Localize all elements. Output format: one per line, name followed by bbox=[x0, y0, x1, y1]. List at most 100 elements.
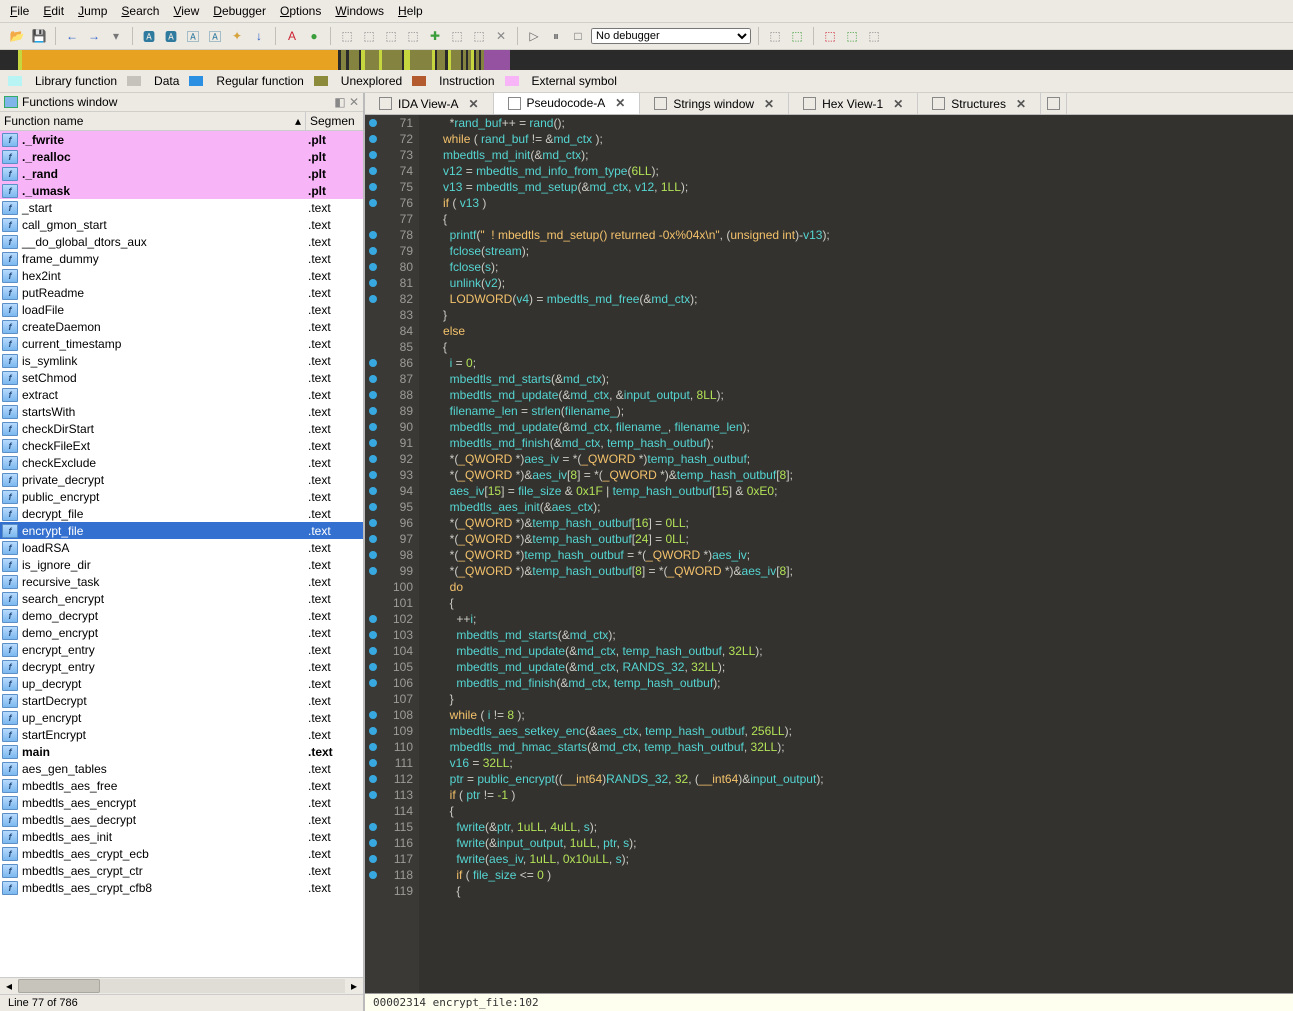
function-row[interactable]: setChmod.text bbox=[0, 369, 363, 386]
tool-icon[interactable]: ⬚ bbox=[766, 27, 784, 45]
function-row[interactable]: ._fwrite.plt bbox=[0, 131, 363, 148]
breakpoint-icon[interactable] bbox=[369, 663, 377, 671]
code-line[interactable]: fwrite(&input_output, 1uLL, ptr, s); bbox=[423, 835, 1293, 851]
breakpoint-icon[interactable] bbox=[369, 535, 377, 543]
code-line[interactable]: mbedtls_md_update(&md_ctx, RANDS_32, 32L… bbox=[423, 659, 1293, 675]
code-line[interactable]: { bbox=[423, 211, 1293, 227]
gutter-line[interactable]: 94 bbox=[365, 483, 413, 499]
code-line[interactable]: { bbox=[423, 339, 1293, 355]
code-line[interactable]: fclose(stream); bbox=[423, 243, 1293, 259]
tab-close-icon[interactable]: ✕ bbox=[764, 97, 774, 111]
function-row[interactable]: demo_encrypt.text bbox=[0, 624, 363, 641]
function-row[interactable]: startEncrypt.text bbox=[0, 726, 363, 743]
gutter-line[interactable]: 92 bbox=[365, 451, 413, 467]
function-row[interactable]: is_ignore_dir.text bbox=[0, 556, 363, 573]
code-line[interactable]: ++i; bbox=[423, 611, 1293, 627]
gutter-line[interactable]: 114 bbox=[365, 803, 413, 819]
function-row[interactable]: demo_decrypt.text bbox=[0, 607, 363, 624]
code-line[interactable]: *(_QWORD *)temp_hash_outbuf = *(_QWORD *… bbox=[423, 547, 1293, 563]
function-row[interactable]: up_decrypt.text bbox=[0, 675, 363, 692]
gutter-line[interactable]: 97 bbox=[365, 531, 413, 547]
tab-structures[interactable]: Structures✕ bbox=[918, 93, 1041, 114]
breakpoint-icon[interactable] bbox=[369, 119, 377, 127]
code-line[interactable]: *(_QWORD *)&temp_hash_outbuf[8] = *(_QWO… bbox=[423, 563, 1293, 579]
gutter-line[interactable]: 107 bbox=[365, 691, 413, 707]
tool-icon[interactable]: 🅰 bbox=[162, 27, 180, 45]
panel-menu-icon[interactable]: ◧ ✕ bbox=[334, 95, 359, 109]
code-line[interactable]: while ( rand_buf != &md_ctx ); bbox=[423, 131, 1293, 147]
star-icon[interactable]: ✦ bbox=[228, 27, 246, 45]
navigation-band[interactable] bbox=[0, 50, 1293, 70]
gutter-line[interactable]: 90 bbox=[365, 419, 413, 435]
function-row[interactable]: call_gmon_start.text bbox=[0, 216, 363, 233]
functions-list[interactable]: ._fwrite.plt._realloc.plt._rand.plt._uma… bbox=[0, 131, 363, 977]
tab-pseudocode-a[interactable]: Pseudocode-A✕ bbox=[494, 93, 641, 115]
function-row[interactable]: createDaemon.text bbox=[0, 318, 363, 335]
gutter-line[interactable]: 88 bbox=[365, 387, 413, 403]
gutter-line[interactable]: 77 bbox=[365, 211, 413, 227]
function-row[interactable]: mbedtls_aes_init.text bbox=[0, 828, 363, 845]
gutter-line[interactable]: 111 bbox=[365, 755, 413, 771]
code-line[interactable]: if ( file_size <= 0 ) bbox=[423, 867, 1293, 883]
function-row[interactable]: mbedtls_aes_crypt_ctr.text bbox=[0, 862, 363, 879]
menu-debugger[interactable]: Debugger bbox=[213, 4, 266, 18]
breakpoint-icon[interactable] bbox=[369, 455, 377, 463]
breakpoint-icon[interactable] bbox=[369, 791, 377, 799]
function-row[interactable]: aes_gen_tables.text bbox=[0, 760, 363, 777]
gutter-line[interactable]: 112 bbox=[365, 771, 413, 787]
gutter-line[interactable]: 118 bbox=[365, 867, 413, 883]
breakpoint-icon[interactable] bbox=[369, 391, 377, 399]
code-line[interactable]: *(_QWORD *)&temp_hash_outbuf[24] = 0LL; bbox=[423, 531, 1293, 547]
breakpoint-icon[interactable] bbox=[369, 823, 377, 831]
code-line[interactable]: if ( ptr != -1 ) bbox=[423, 787, 1293, 803]
pseudocode-view[interactable]: 7172737475767778798081828384858687888990… bbox=[365, 115, 1293, 993]
function-row[interactable]: hex2int.text bbox=[0, 267, 363, 284]
code-line[interactable]: mbedtls_md_hmac_starts(&md_ctx, temp_has… bbox=[423, 739, 1293, 755]
gutter-line[interactable]: 113 bbox=[365, 787, 413, 803]
breakpoint-icon[interactable] bbox=[369, 567, 377, 575]
tool-icon[interactable]: 🄰 bbox=[184, 27, 202, 45]
breakpoint-icon[interactable] bbox=[369, 871, 377, 879]
code-line[interactable]: mbedtls_aes_init(&aes_ctx); bbox=[423, 499, 1293, 515]
breakpoint-icon[interactable] bbox=[369, 519, 377, 527]
code-line[interactable]: ptr = public_encrypt((__int64)RANDS_32, … bbox=[423, 771, 1293, 787]
code-line[interactable]: { bbox=[423, 595, 1293, 611]
function-row[interactable]: mbedtls_aes_free.text bbox=[0, 777, 363, 794]
gutter-line[interactable]: 98 bbox=[365, 547, 413, 563]
code-line[interactable]: LODWORD(v4) = mbedtls_md_free(&md_ctx); bbox=[423, 291, 1293, 307]
code-line[interactable]: mbedtls_md_starts(&md_ctx); bbox=[423, 627, 1293, 643]
plus-icon[interactable]: ✚ bbox=[426, 27, 444, 45]
code-line[interactable]: *(_QWORD *)&aes_iv[8] = *(_QWORD *)&temp… bbox=[423, 467, 1293, 483]
menu-jump[interactable]: Jump bbox=[78, 4, 107, 18]
function-row[interactable]: ._umask.plt bbox=[0, 182, 363, 199]
function-row[interactable]: current_timestamp.text bbox=[0, 335, 363, 352]
breakpoint-icon[interactable] bbox=[369, 247, 377, 255]
tab-close-icon[interactable]: ✕ bbox=[893, 97, 903, 111]
tool-icon[interactable]: ⬚ bbox=[470, 27, 488, 45]
col-segment[interactable]: Segmen bbox=[306, 112, 363, 130]
tool-icon[interactable]: ⬚ bbox=[448, 27, 466, 45]
gutter-line[interactable]: 109 bbox=[365, 723, 413, 739]
tab-close-icon[interactable]: ✕ bbox=[468, 97, 478, 111]
gutter-line[interactable]: 117 bbox=[365, 851, 413, 867]
save-icon[interactable]: 💾 bbox=[30, 27, 48, 45]
gutter-line[interactable]: 102 bbox=[365, 611, 413, 627]
code-line[interactable]: } bbox=[423, 691, 1293, 707]
breakpoint-icon[interactable] bbox=[369, 375, 377, 383]
debugger-select[interactable]: No debugger bbox=[591, 28, 751, 44]
code-line[interactable]: if ( v13 ) bbox=[423, 195, 1293, 211]
code-line[interactable]: { bbox=[423, 883, 1293, 899]
function-row[interactable]: mbedtls_aes_decrypt.text bbox=[0, 811, 363, 828]
gutter-line[interactable]: 95 bbox=[365, 499, 413, 515]
tool-icon[interactable]: 🄰 bbox=[206, 27, 224, 45]
function-row[interactable]: ._realloc.plt bbox=[0, 148, 363, 165]
gutter-line[interactable]: 108 bbox=[365, 707, 413, 723]
tab-close-icon[interactable]: ✕ bbox=[1016, 97, 1026, 111]
code-line[interactable]: do bbox=[423, 579, 1293, 595]
gutter-line[interactable]: 84 bbox=[365, 323, 413, 339]
gutter-line[interactable]: 85 bbox=[365, 339, 413, 355]
gutter-line[interactable]: 74 bbox=[365, 163, 413, 179]
function-row[interactable]: loadRSA.text bbox=[0, 539, 363, 556]
tool-icon[interactable]: ⬚ bbox=[865, 27, 883, 45]
code-line[interactable]: mbedtls_md_update(&md_ctx, &input_output… bbox=[423, 387, 1293, 403]
